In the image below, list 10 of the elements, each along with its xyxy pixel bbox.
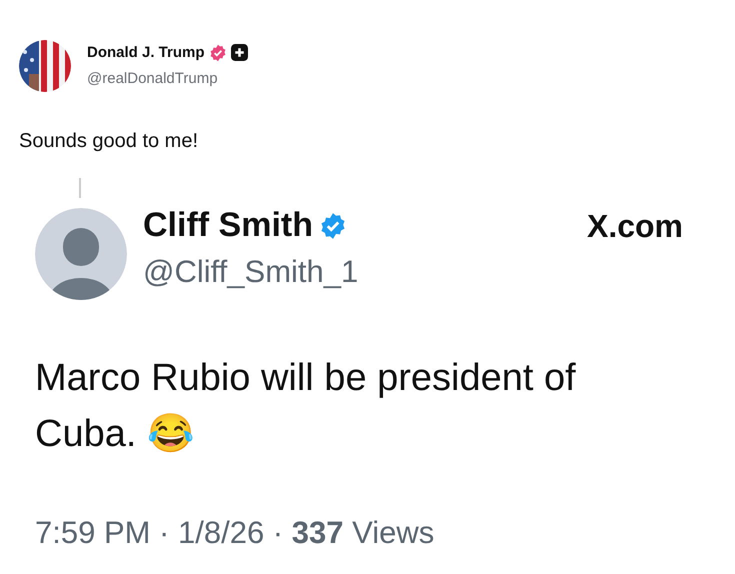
- avatar-placeholder-icon: [35, 208, 127, 300]
- quoted-author-handle: @Cliff_Smith_1: [143, 253, 358, 291]
- quoted-author-name: Cliff Smith: [143, 205, 313, 246]
- plus-badge-icon: [230, 44, 248, 62]
- source-label: X.com: [586, 207, 683, 246]
- author-name: Donald J. Trump: [87, 42, 205, 62]
- post-text: Sounds good to me!: [18, 129, 200, 154]
- author-handle: @realDonaldTrump: [87, 69, 219, 89]
- post-meta: 7:59 PM · 1/8/26 · 337 Views: [34, 514, 436, 552]
- quoted-post-text: Marco Rubio will be president of Cuba. 😂: [35, 356, 577, 457]
